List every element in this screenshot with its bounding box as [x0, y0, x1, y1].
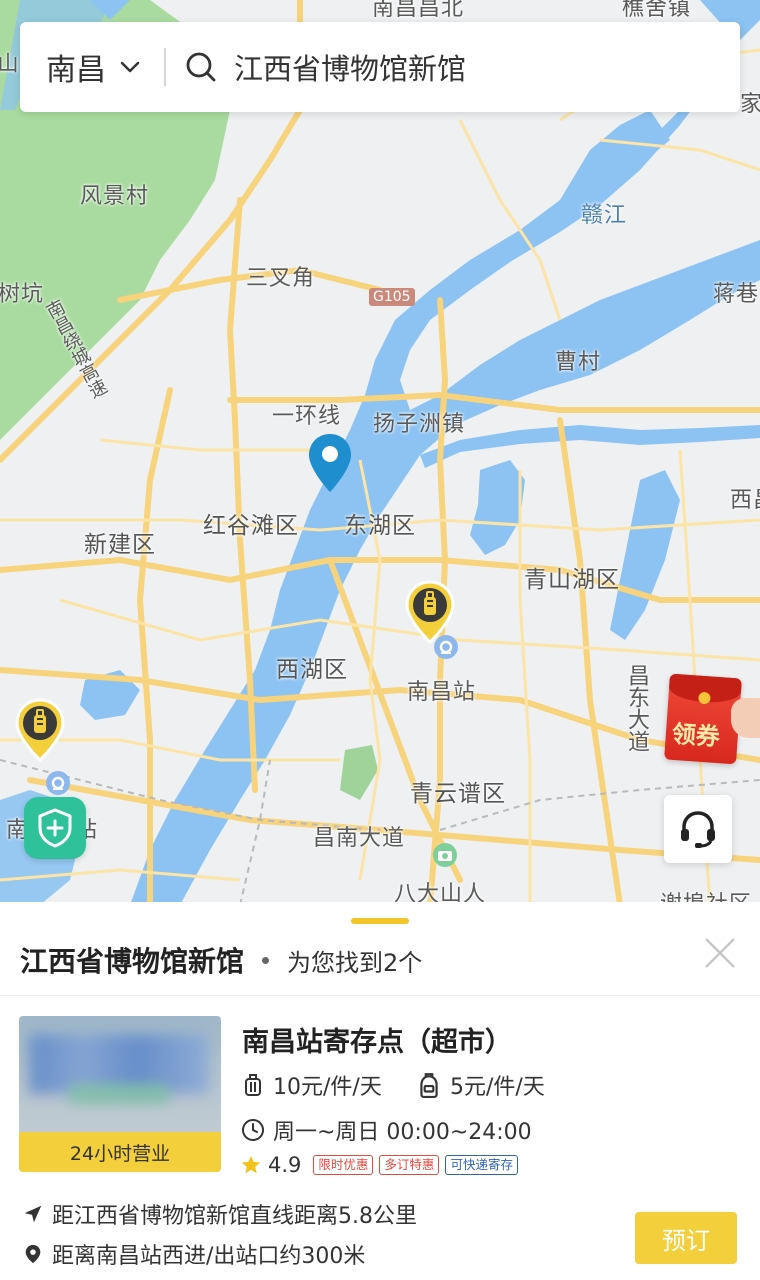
sheet-header: 江西省博物馆新馆 为您找到2个	[20, 940, 422, 980]
map-label-jia: 家	[740, 92, 760, 117]
shield-plus-icon	[38, 808, 72, 848]
map-label-g105: G105	[369, 288, 415, 306]
distance-text: 距江西省博物馆新馆直线距离5.8公里	[52, 1204, 417, 1229]
search-divider	[164, 48, 166, 86]
map-label-changnan: 昌南大道	[313, 826, 406, 851]
suitcase-icon	[245, 1074, 261, 1096]
store-name: 南昌站寄存点（超市）	[242, 1027, 512, 1058]
customer-service-button[interactable]	[664, 795, 732, 863]
map-label-badashanren: 八大山人	[394, 882, 487, 905]
bag-price: 5元/件/天	[450, 1075, 545, 1100]
rating-row: 4.9 限时优惠 多订特惠 可快递寄存	[240, 1153, 524, 1177]
tag-multi-order-discount: 多订特惠	[379, 1155, 440, 1175]
luggage-price-row: 10元/件/天	[241, 1069, 382, 1101]
book-button[interactable]: 预订	[635, 1212, 737, 1264]
open-hours-badge: 24小时营业	[19, 1132, 221, 1172]
exit-distance-row: 距离南昌站西进/出站口约300米	[22, 1238, 365, 1270]
city-selector[interactable]: 南昌	[20, 22, 142, 112]
exit-distance-text: 距离南昌站西进/出站口约300米	[52, 1244, 366, 1269]
map-label-zhuqiao: 樵舍镇	[622, 0, 692, 21]
map-label-nanchang-changbei: 南昌昌北	[372, 0, 465, 21]
city-name: 南昌	[46, 53, 106, 88]
location-pin-icon	[25, 1244, 41, 1264]
map-view[interactable]: 南昌昌北 樵舍镇 山 家 风景村 赣江 三叉角 G105 树坑 蒋巷 曹村 南昌…	[0, 0, 760, 905]
map-label-jiangxiang: 蒋巷	[713, 282, 760, 307]
opening-hours-row: 周一~周日 00:00~24:00	[241, 1114, 532, 1146]
backpack-icon	[420, 1073, 438, 1098]
rating-value: 4.9	[268, 1153, 302, 1177]
map-label-nanchang-station: 南昌站	[407, 680, 477, 705]
result-count: 为您找到2个	[287, 948, 423, 977]
separator-dot	[262, 956, 270, 964]
map-label-ganjiang: 赣江	[581, 203, 628, 228]
store-thumbnail[interactable]: 24小时营业	[19, 1016, 221, 1172]
map-label-honggutan: 红谷滩区	[203, 513, 299, 539]
map-base-layer	[0, 0, 760, 905]
close-icon[interactable]	[703, 936, 737, 970]
safety-shield-button[interactable]	[24, 797, 86, 859]
sheet-title: 江西省博物馆新馆	[20, 945, 245, 978]
coupon-label: 领券	[670, 719, 721, 752]
clock-icon	[242, 1119, 264, 1141]
luggage-storage-pin-icon[interactable]	[405, 580, 455, 644]
map-label-qingyunpu: 青云谱区	[410, 781, 506, 807]
train-station-icon-west	[46, 771, 70, 795]
results-sheet: 江西省博物馆新馆 为您找到2个 24小时营业 南昌站寄存点（超市） 10元/件/…	[0, 902, 760, 1280]
camera-poi-icon	[433, 843, 457, 867]
headset-icon	[681, 811, 715, 848]
star-icon	[241, 1155, 261, 1174]
map-label-changdong: 昌东大道	[624, 664, 649, 752]
map-label-caocun: 曹村	[555, 350, 602, 375]
map-label-shuikeng: 树坑	[0, 282, 45, 307]
distance-row: 距江西省博物馆新馆直线距离5.8公里	[22, 1198, 417, 1230]
search-input[interactable]: 江西省博物馆新馆	[234, 46, 466, 88]
map-label-xinjian: 新建区	[84, 532, 156, 558]
bag-price-row: 5元/件/天	[416, 1069, 545, 1101]
map-label-yangzizhou: 扬子洲镇	[373, 412, 466, 437]
map-label-qingshanhu: 青山湖区	[524, 567, 620, 593]
storage-result-card[interactable]: 24小时营业 南昌站寄存点（超市） 10元/件/天 5元/件/天 周一~周日 0…	[0, 996, 760, 1280]
map-label-xi: 西昌	[730, 488, 760, 513]
navigation-arrow-icon	[24, 1205, 42, 1223]
sheet-drag-handle[interactable]	[351, 918, 409, 924]
map-label-xihu: 西湖区	[276, 657, 348, 683]
search-icon[interactable]	[184, 50, 218, 84]
map-label-fengjing: 风景村	[80, 184, 150, 209]
chevron-down-icon	[120, 61, 140, 73]
map-label-sanchajiao: 三叉角	[246, 266, 316, 291]
tag-limited-offer: 限时优惠	[313, 1155, 374, 1175]
luggage-price: 10元/件/天	[273, 1075, 382, 1100]
opening-hours: 周一~周日 00:00~24:00	[273, 1120, 532, 1145]
tag-express-storage: 可快递寄存	[445, 1155, 518, 1175]
search-bar: 南昌 江西省博物馆新馆	[20, 22, 740, 112]
map-label-donghu: 东湖区	[344, 513, 416, 539]
luggage-storage-pin-icon[interactable]	[15, 698, 65, 762]
map-label-shan: 山	[0, 52, 19, 73]
map-label-yihuanxian: 一环线	[272, 404, 342, 429]
destination-pin-icon[interactable]	[307, 432, 353, 494]
coupon-button[interactable]: 领券	[664, 673, 760, 765]
hand-icon	[731, 698, 760, 738]
